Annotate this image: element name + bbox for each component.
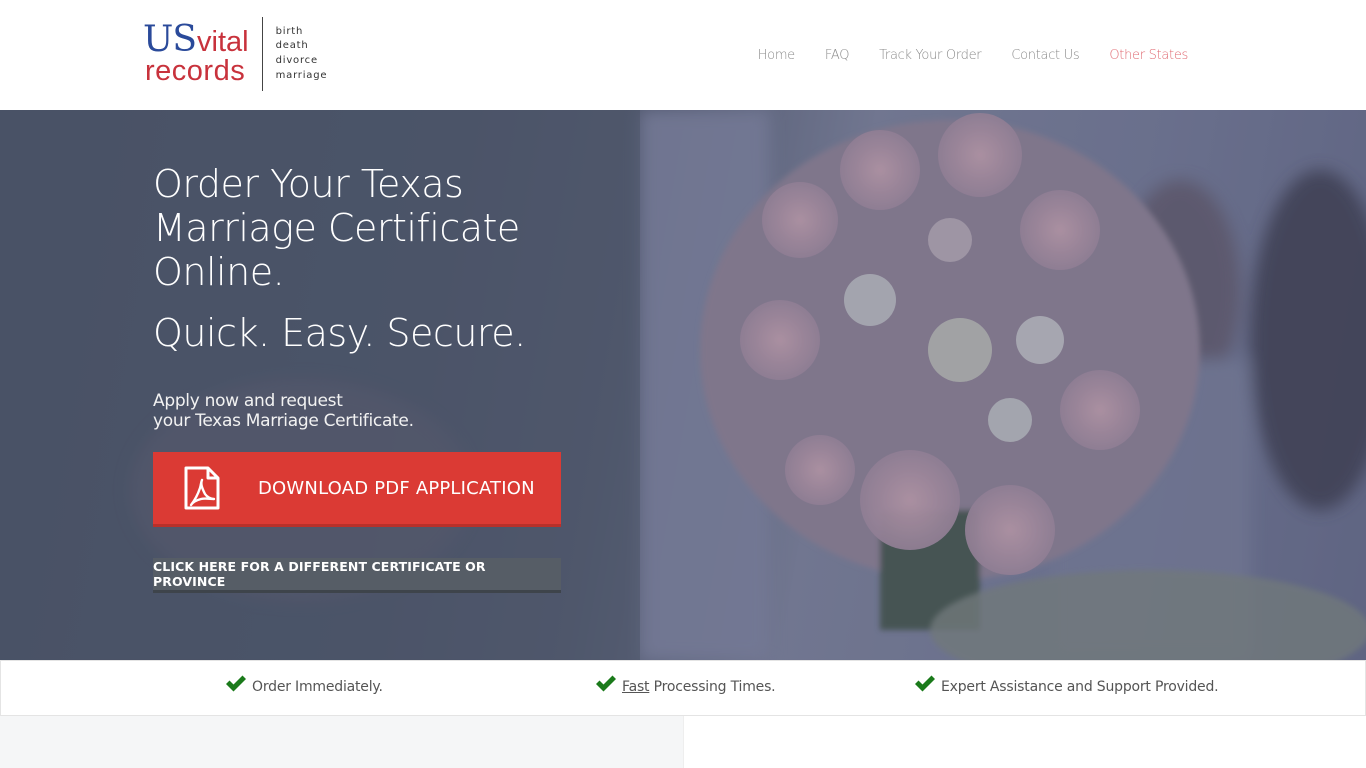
- site-logo[interactable]: US vital records birth death divorce mar…: [143, 16, 327, 92]
- nav-faq[interactable]: FAQ: [825, 48, 850, 63]
- logo-record-types: birth death divorce marriage: [276, 25, 328, 84]
- main-nav: Home FAQ Track Your Order Contact Us Oth…: [758, 48, 1189, 63]
- hero-title-line: Order Your Texas: [153, 162, 464, 206]
- feature-text: Order Immediately.: [252, 679, 383, 695]
- different-certificate-label: CLICK HERE FOR A DIFFERENT CERTIFICATE O…: [153, 559, 486, 589]
- logo-type-divorce: divorce: [275, 55, 318, 66]
- hero-tagline: Quick. Easy. Secure.: [153, 311, 526, 355]
- logo-vital: vital: [197, 26, 249, 58]
- logo-wordmark: US vital records: [143, 19, 249, 87]
- hero-title-line: Marriage Certificate: [153, 206, 520, 250]
- features-bar: Order Immediately. Fast Processing Times…: [0, 660, 1366, 716]
- different-certificate-button[interactable]: CLICK HERE FOR A DIFFERENT CERTIFICATE O…: [153, 558, 561, 593]
- site-header: US vital records birth death divorce mar…: [0, 0, 1366, 110]
- download-pdf-application-button[interactable]: DOWNLOAD PDF APPLICATION: [153, 452, 561, 527]
- feature-item: Expert Assistance and Support Provided.: [914, 675, 1219, 695]
- checkmark-icon: [226, 675, 246, 692]
- hero-banner: Order Your Texas Marriage Certificate On…: [0, 110, 1366, 660]
- logo-divider: [261, 17, 263, 91]
- feature-item: Order Immediately.: [225, 675, 383, 695]
- hero-subtitle: Apply now and request your Texas Marriag…: [153, 391, 573, 431]
- checkmark-icon: [596, 675, 616, 692]
- hero-title: Order Your Texas Marriage Certificate On…: [153, 162, 573, 294]
- hero-content: Order Your Texas Marriage Certificate On…: [153, 162, 573, 431]
- logo-type-birth: birth: [275, 25, 304, 37]
- hero-subtitle-line: your Texas Marriage Certificate.: [153, 411, 414, 431]
- hero-subtitle-line: Apply now and request: [153, 391, 343, 411]
- logo-us: US: [143, 19, 197, 60]
- logo-type-marriage: marriage: [275, 69, 328, 81]
- logo-records: records: [145, 55, 246, 87]
- pdf-file-icon: [184, 466, 220, 510]
- nav-other-states[interactable]: Other States: [1109, 48, 1188, 63]
- feature-item: Fast Processing Times.: [595, 675, 776, 695]
- feature-text: Processing Times.: [649, 679, 776, 695]
- feature-text: Expert Assistance and Support Provided.: [941, 679, 1219, 695]
- feature-emphasis: Fast: [622, 679, 650, 695]
- checkmark-icon: [915, 675, 935, 692]
- content-panel-right: [683, 716, 1366, 768]
- nav-contact-us[interactable]: Contact Us: [1011, 48, 1079, 63]
- hero-title-line: Online.: [153, 250, 285, 294]
- download-pdf-label: DOWNLOAD PDF APPLICATION: [258, 477, 535, 499]
- nav-home[interactable]: Home: [758, 48, 796, 63]
- nav-track-order[interactable]: Track Your Order: [879, 48, 981, 63]
- logo-type-death: death: [275, 40, 309, 52]
- content-panel-left: [0, 716, 683, 768]
